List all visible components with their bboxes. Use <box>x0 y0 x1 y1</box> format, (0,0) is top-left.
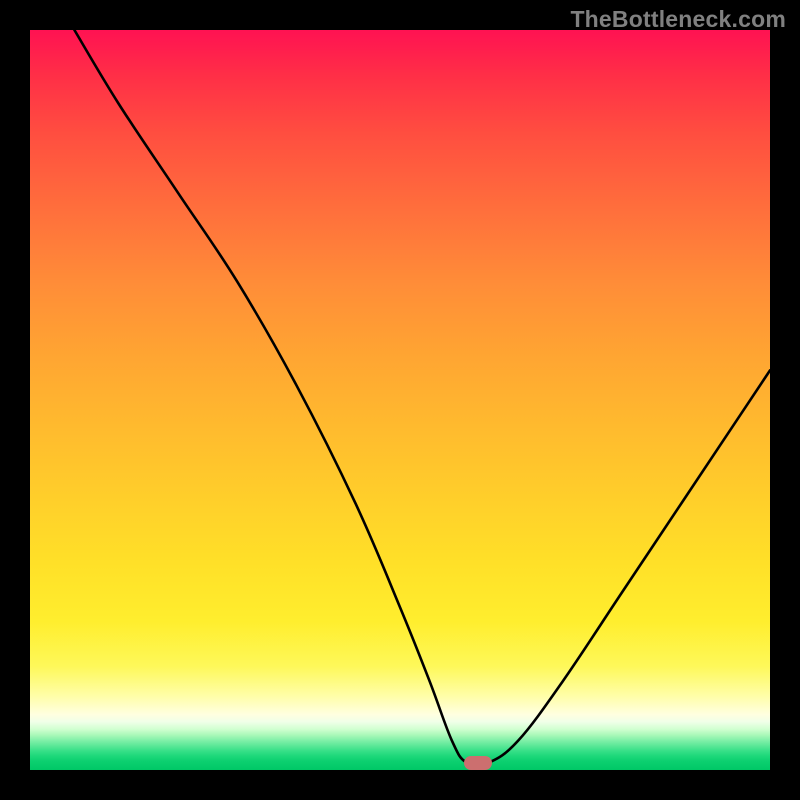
curve-layer <box>30 30 770 770</box>
watermark-text: TheBottleneck.com <box>570 6 786 33</box>
plot-area <box>30 30 770 770</box>
bottleneck-curve-path <box>74 30 770 766</box>
chart-container: TheBottleneck.com <box>0 0 800 800</box>
optimal-marker <box>464 756 492 770</box>
